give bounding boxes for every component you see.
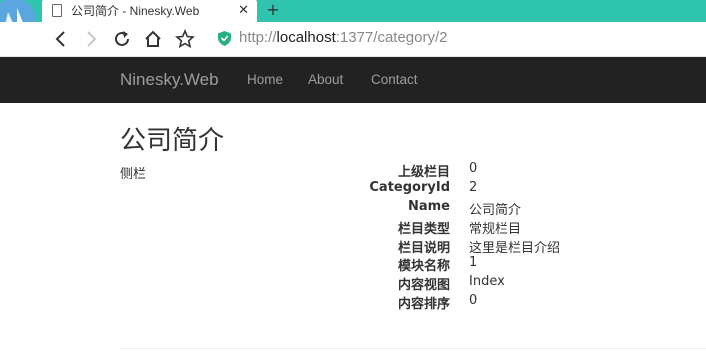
detail-label-parent: 上级栏目 (397, 165, 450, 180)
detail-row: CategoryId 2 (300, 180, 620, 199)
detail-label-type: 栏目类型 (397, 221, 450, 237)
detail-value-parent: 0 (469, 161, 478, 176)
close-icon[interactable]: ✕ (238, 0, 249, 22)
detail-value-name: 公司简介 (469, 202, 522, 218)
url-path: :1377/category/2 (335, 29, 448, 46)
detail-row: 栏目类型 常规栏目 (300, 218, 620, 237)
detail-label-description: 栏目说明 (397, 240, 450, 256)
back-icon[interactable] (50, 28, 72, 50)
detail-label-category-id: CategoryId (369, 179, 450, 195)
shield-icon[interactable] (218, 31, 231, 46)
detail-label-module: 模块名称 (397, 259, 450, 275)
nav-link-about[interactable]: About (308, 72, 343, 87)
detail-value-category-id: 2 (469, 179, 478, 195)
nav-link-contact[interactable]: Contact (371, 72, 418, 87)
detail-value-module: 1 (469, 255, 478, 271)
detail-row: 内容视图 Index (300, 274, 620, 293)
detail-label-content-order: 内容排序 (397, 297, 450, 313)
site-navbar: Ninesky.Web Home About Contact (0, 57, 706, 103)
detail-value-description: 这里是栏目介绍 (469, 240, 561, 256)
category-details: 上级栏目 0 CategoryId 2 Name 公司简介 栏目类型 常规栏目 … (300, 161, 620, 312)
new-tab-icon[interactable]: + (263, 0, 283, 22)
detail-row: Name 公司简介 (300, 199, 620, 218)
detail-row: 内容排序 0 (300, 293, 620, 312)
detail-label-name: Name (407, 198, 450, 214)
page-title: 公司简介 (120, 126, 225, 156)
browser-toolbar: http://localhost:1377/category/2 (0, 22, 706, 57)
url-text: http://localhost:1377/category/2 (239, 29, 447, 46)
home-icon[interactable] (142, 28, 164, 50)
address-bar[interactable]: http://localhost:1377/category/2 (214, 27, 704, 51)
detail-value-type: 常规栏目 (469, 221, 522, 237)
url-host: localhost (276, 29, 336, 46)
tab-title: 公司简介 - Ninesky.Web (71, 4, 200, 18)
detail-label-content-view: 内容视图 (397, 278, 450, 294)
footer-divider (120, 348, 706, 349)
detail-value-content-view: Index (469, 274, 505, 290)
detail-row: 模块名称 1 (300, 255, 620, 274)
url-scheme: http:// (239, 29, 277, 46)
browser-tab-active[interactable]: 公司简介 - Ninesky.Web ✕ (42, 0, 257, 22)
site-brand-link[interactable]: Ninesky.Web (120, 70, 219, 90)
nav-link-home[interactable]: Home (247, 72, 283, 87)
forward-icon[interactable] (80, 28, 102, 50)
reload-icon[interactable] (111, 28, 133, 50)
sidebar-label: 侧栏 (120, 167, 147, 182)
detail-value-content-order: 0 (469, 293, 478, 309)
detail-row: 上级栏目 0 (300, 161, 620, 180)
document-icon (52, 4, 62, 17)
bookmark-star-icon[interactable] (174, 28, 196, 50)
detail-row: 栏目说明 这里是栏目介绍 (300, 237, 620, 256)
